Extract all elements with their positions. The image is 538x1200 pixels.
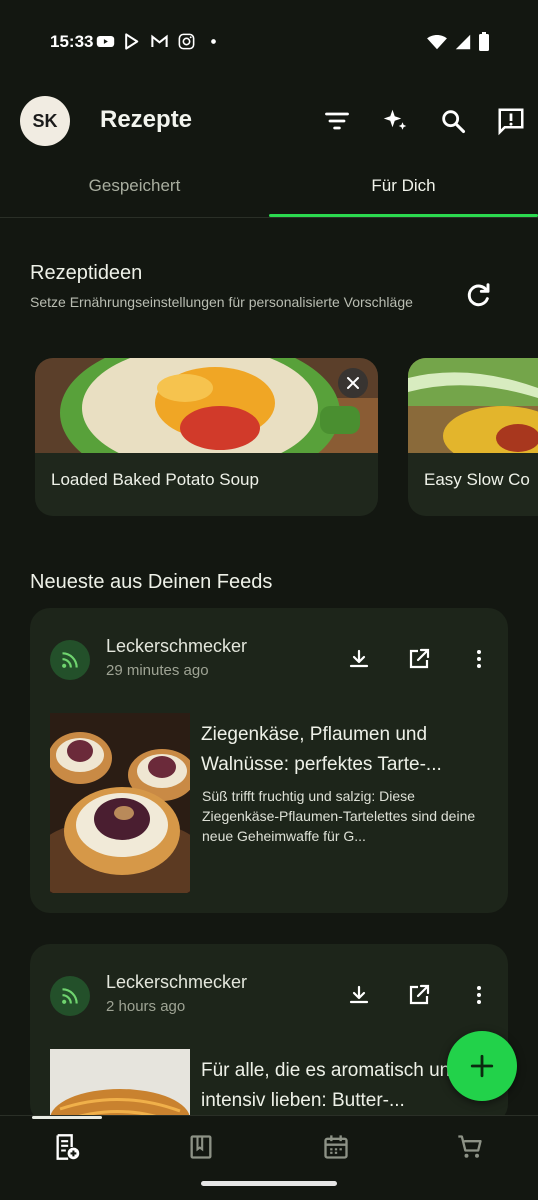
feed-excerpt: Süß trifft fruchtig und salzig: Diese Zi… [202, 788, 476, 844]
active-nav-indicator [32, 1116, 102, 1119]
ideas-section-title: Rezeptideen [30, 262, 143, 284]
recipe-idea-image [408, 358, 538, 466]
recipe-idea-card[interactable]: Easy Slow Co [408, 358, 538, 516]
refresh-icon[interactable] [462, 280, 494, 312]
rss-icon [50, 976, 90, 1016]
feed-actions [344, 644, 494, 674]
feed-thumbnail [50, 713, 190, 893]
instagram-icon [177, 32, 196, 51]
open-external-icon[interactable] [404, 644, 434, 674]
ideas-section-subtitle[interactable]: Setze Ernährungseinstellungen für person… [30, 292, 430, 313]
system-icons [426, 32, 490, 57]
download-icon[interactable] [344, 644, 374, 674]
feed-card[interactable]: Leckerschmecker 29 minutes ago Ziegenkäs… [30, 608, 508, 913]
calendar-icon[interactable] [269, 1130, 403, 1164]
recipe-add-icon[interactable] [0, 1130, 134, 1164]
dot-icon [204, 32, 223, 51]
feed-time: 29 minutes ago [106, 662, 209, 679]
cart-icon[interactable] [403, 1130, 537, 1164]
notification-icons [96, 32, 223, 51]
feed-source: Leckerschmecker [106, 972, 248, 992]
app-bar-actions [320, 104, 528, 138]
feed-headline: Ziegenkäse, Pflaumen und Walnüsse: perfe… [201, 724, 442, 775]
open-external-icon[interactable] [404, 980, 434, 1010]
play-store-icon [123, 32, 142, 51]
page-title: Rezepte [100, 106, 193, 133]
signal-icon [454, 33, 472, 56]
sparkle-icon[interactable] [378, 104, 412, 138]
feed-card[interactable]: Leckerschmecker 2 hours ago Für alle, di… [30, 944, 508, 1124]
avatar[interactable]: SK [20, 96, 70, 146]
status-time: 15:33 [50, 32, 94, 51]
more-options-icon[interactable] [464, 644, 494, 674]
home-indicator[interactable] [201, 1181, 337, 1186]
rss-icon [50, 640, 90, 680]
more-options-icon[interactable] [464, 980, 494, 1010]
feed-actions [344, 980, 494, 1010]
wifi-icon [426, 33, 448, 56]
recipe-idea-title: Easy Slow Co [424, 470, 530, 489]
feed-thumbnail [50, 1049, 190, 1124]
feed-time: 2 hours ago [106, 998, 186, 1015]
youtube-icon [96, 32, 115, 51]
recipe-idea-title: Loaded Baked Potato Soup [51, 470, 259, 489]
feedback-icon[interactable] [494, 104, 528, 138]
filter-icon[interactable] [320, 104, 354, 138]
status-bar: 15:33 [0, 0, 538, 86]
app-bar: SK Rezepte [0, 96, 538, 152]
dismiss-idea-button[interactable] [338, 368, 368, 398]
recipe-idea-card[interactable]: Loaded Baked Potato Soup [35, 358, 378, 516]
gmail-icon [150, 32, 169, 51]
tab-bar: Gespeichert Für Dich [0, 164, 538, 218]
add-recipe-button[interactable] [447, 1031, 517, 1101]
bottom-navigation [0, 1115, 538, 1200]
book-icon[interactable] [134, 1130, 268, 1164]
active-tab-indicator [269, 214, 538, 217]
battery-icon [478, 32, 490, 57]
tab-gespeichert[interactable]: Gespeichert [0, 164, 269, 218]
feed-source: Leckerschmecker [106, 636, 248, 656]
search-icon[interactable] [436, 104, 470, 138]
feeds-section-title: Neueste aus Deinen Feeds [30, 571, 273, 593]
download-icon[interactable] [344, 980, 374, 1010]
recipe-idea-image [35, 358, 378, 488]
tab-fuer-dich[interactable]: Für Dich [269, 164, 538, 218]
plus-icon [470, 1054, 494, 1078]
